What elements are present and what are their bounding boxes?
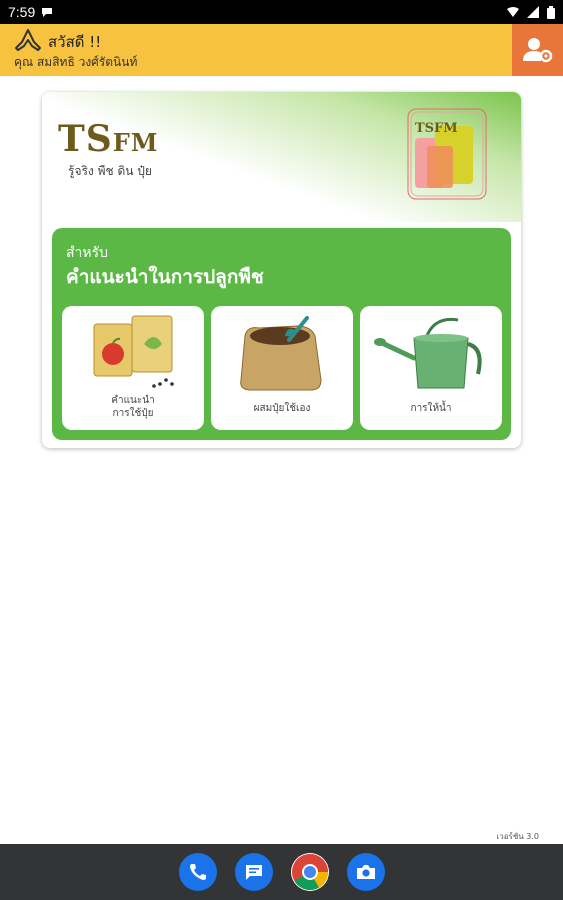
signal-icon bbox=[527, 6, 539, 18]
phone-icon bbox=[189, 864, 206, 880]
tile-label: ผสมปุ๋ยใช้เอง bbox=[211, 402, 353, 415]
fertilizer-sack-icon bbox=[240, 316, 322, 391]
brand-tagline: รู้จริง พืช ดิน ปุ๋ย bbox=[68, 164, 152, 178]
tile-label-line1: คำแนะนำ bbox=[111, 395, 155, 406]
main-card: TSFM รู้จริง พืช ดิน ปุ๋ย TSFM สำหรับ คำ… bbox=[42, 92, 521, 448]
greeting-header: สวัสดี !! คุณ สมสิทธิ วงศ์รัตนินท์ bbox=[0, 24, 563, 76]
battery-icon bbox=[547, 5, 555, 19]
tsfm-logo-icon: TSFM bbox=[407, 108, 487, 200]
phone-app-button[interactable] bbox=[178, 853, 217, 891]
chrome-app-button[interactable] bbox=[290, 853, 329, 891]
tile-label: คำแนะนำ การใช้ปุ๋ย bbox=[62, 394, 204, 420]
logo-text: TSFM bbox=[415, 121, 458, 136]
tile-label: การให้น้ำ bbox=[360, 402, 502, 415]
status-time: 7:59 bbox=[8, 4, 36, 20]
system-navbar bbox=[0, 844, 563, 900]
camera-app-button[interactable] bbox=[346, 853, 385, 891]
seed-packets-icon bbox=[93, 315, 174, 388]
tile-label-line1: การให้น้ำ bbox=[410, 403, 452, 414]
camera-icon bbox=[356, 865, 375, 879]
section-title: คำแนะนำในการปลูกพืช bbox=[66, 266, 264, 288]
brand-logo-text: TSFM bbox=[58, 118, 158, 160]
section-for-label: สำหรับ bbox=[66, 245, 109, 261]
app-screen: 7:59 สวัสดี !! คุณ สมสิทธิ วงศ์รัตนินท์ bbox=[0, 0, 563, 900]
recommendation-panel: สำหรับ คำแนะนำในการปลูกพืช คำแนะนำ การใช… bbox=[52, 228, 511, 440]
wifi-icon bbox=[507, 7, 519, 17]
wai-hands-icon bbox=[15, 29, 41, 51]
notification-icon bbox=[42, 8, 53, 17]
profile-settings-button[interactable] bbox=[512, 24, 563, 76]
tile-label-line1: ผสมปุ๋ยใช้เอง bbox=[253, 403, 311, 414]
brand-fm: FM bbox=[112, 128, 159, 157]
status-bar: 7:59 bbox=[0, 0, 563, 24]
mix-fertilizer-tile[interactable]: ผสมปุ๋ยใช้เอง bbox=[211, 306, 353, 430]
watering-can-icon bbox=[374, 317, 482, 389]
fertilizer-advice-tile[interactable]: คำแนะนำ การใช้ปุ๋ย bbox=[62, 306, 204, 430]
tile-label-line2: การใช้ปุ๋ย bbox=[112, 408, 154, 419]
messages-app-button[interactable] bbox=[234, 853, 273, 891]
version-label: เวอร์ชัน 3.0 bbox=[496, 832, 540, 841]
brand-ts: TS bbox=[58, 118, 113, 160]
user-settings-icon bbox=[522, 38, 552, 63]
chrome-icon bbox=[291, 853, 328, 891]
user-name: คุณ สมสิทธิ วงศ์รัตนินท์ bbox=[14, 55, 138, 69]
watering-tile[interactable]: การให้น้ำ bbox=[360, 306, 502, 430]
greeting-text: สวัสดี !! bbox=[48, 33, 102, 51]
messages-icon bbox=[245, 865, 262, 880]
